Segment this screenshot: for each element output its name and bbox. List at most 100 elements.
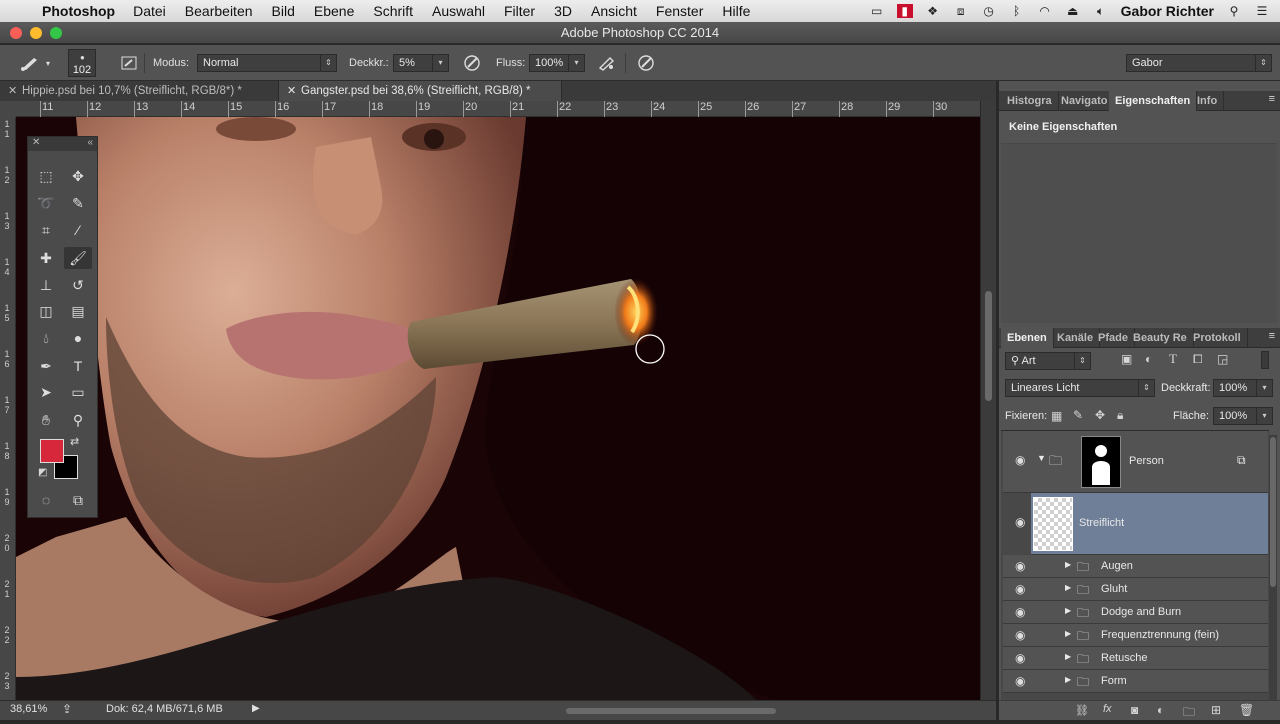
menu-ansicht[interactable]: Ansicht — [591, 3, 637, 19]
zoom-window-button[interactable] — [50, 27, 62, 39]
time-machine-icon[interactable]: ◷ — [981, 4, 997, 18]
vertical-ruler[interactable]: 1 1 1 2 1 3 1 4 1 5 1 6 1 7 1 8 1 9 2 0 2 1 2 2 2 3 — [0, 117, 16, 700]
new-layer-icon[interactable]: ⊞ — [1211, 703, 1221, 717]
smart-object-filter-icon[interactable]: ◲ — [1217, 352, 1228, 366]
eject-icon[interactable]: ⏏ — [1065, 4, 1081, 18]
link-layers-icon[interactable]: ⛓ — [1075, 704, 1089, 717]
horizontal-scrollbar-thumb[interactable] — [566, 708, 776, 714]
panel-menu-icon[interactable]: ≡ — [1269, 330, 1275, 342]
expand-arrow-icon[interactable]: ▶ — [1065, 583, 1071, 592]
fx-icon[interactable]: fx — [1103, 703, 1112, 715]
shape-filter-icon[interactable]: ⧠ — [1193, 352, 1203, 367]
eye-icon[interactable]: ◉ — [1015, 453, 1025, 467]
layer-row-frequenztrennung[interactable]: ◉ ▶ 🗀︎ Frequenztrennung (fein) — [1003, 624, 1268, 647]
red-app-icon[interactable]: ▮ — [896, 4, 913, 18]
lasso-tool-icon[interactable]: ➰ — [32, 192, 60, 214]
eye-icon[interactable]: ◉ — [1015, 582, 1025, 596]
blur-tool-icon[interactable]: 💧︎ — [32, 327, 60, 349]
layer-thumbnail[interactable] — [1033, 497, 1073, 551]
layer-name[interactable]: Person — [1129, 455, 1164, 467]
airbrush-button[interactable] — [596, 45, 616, 81]
wifi-icon[interactable]: ◠ — [1037, 4, 1053, 18]
pressure-size-button[interactable] — [636, 45, 656, 81]
layer-opacity-input[interactable]: 100% ▾ — [1213, 379, 1273, 397]
user-name[interactable]: Gabor Richter — [1121, 3, 1214, 19]
pixel-filter-icon[interactable]: ▣ — [1121, 352, 1132, 366]
layer-row-gluht[interactable]: ◉ ▶ 🗀︎ Gluht — [1003, 578, 1268, 601]
tools-panel-header[interactable]: ✕ « — [28, 137, 97, 151]
close-icon[interactable]: ✕ — [8, 81, 17, 101]
brush-size-picker[interactable]: ● 102 — [68, 45, 96, 81]
eyedropper-tool-icon[interactable]: ⁄ — [64, 219, 92, 241]
marquee-tool-icon[interactable]: ⬚ — [32, 165, 60, 187]
scrollbar-thumb[interactable] — [985, 291, 992, 401]
screen-mode-icon[interactable]: ⧉ — [64, 489, 92, 511]
eye-icon[interactable]: ◉ — [1015, 515, 1025, 529]
rectangle-tool-icon[interactable]: ▭ — [64, 381, 92, 403]
flow-input[interactable]: 100% ▾ — [529, 54, 585, 72]
volume-icon[interactable]: 🔈︎ — [1093, 4, 1109, 18]
layer-name[interactable]: Frequenztrennung (fein) — [1101, 629, 1219, 641]
tab-navigator[interactable]: Navigato — [1055, 91, 1115, 111]
workspace-select[interactable]: Gabor ⇕ — [1126, 54, 1272, 72]
tab-gangster[interactable]: ✕ Gangster.psd bei 38,6% (Streiflicht, R… — [279, 81, 562, 101]
tab-beauty-retouch[interactable]: Beauty Re — [1127, 328, 1194, 348]
menu-ebene[interactable]: Ebene — [314, 3, 354, 19]
mode-select[interactable]: Normal ⇕ — [197, 54, 337, 72]
menu-hilfe[interactable]: Hilfe — [722, 3, 750, 19]
layers-scrollbar[interactable] — [1269, 435, 1277, 703]
menu-datei[interactable]: Datei — [133, 3, 166, 19]
quick-mask-icon[interactable]: ◌ — [32, 489, 60, 511]
ruler-origin[interactable] — [0, 101, 16, 117]
tab-properties[interactable]: Eigenschaften — [1109, 91, 1198, 111]
adjustment-filter-icon[interactable]: ◐ — [1145, 352, 1152, 366]
document-canvas[interactable] — [16, 117, 980, 700]
layer-row-streiflicht[interactable]: Streiflicht — [1031, 493, 1268, 555]
vertical-scrollbar[interactable] — [981, 101, 996, 700]
lock-position-icon[interactable]: ✥ — [1095, 408, 1105, 422]
fill-input[interactable]: 100% ▾ — [1213, 407, 1273, 425]
layer-row-augen[interactable]: ◉ ▶ 🗀︎ Augen — [1003, 555, 1268, 578]
airplay-icon[interactable]: ⧈ — [953, 4, 969, 18]
eye-icon[interactable]: ◉ — [1015, 674, 1025, 688]
trash-icon[interactable]: 🗑︎ — [1239, 703, 1254, 717]
gradient-tool-icon[interactable]: ▤ — [64, 300, 92, 322]
swap-colors-icon[interactable]: ⇄ — [70, 435, 79, 448]
adjustment-layer-icon[interactable]: ◐ — [1157, 703, 1164, 717]
lock-all-icon[interactable]: 🔒︎ — [1117, 408, 1123, 423]
foreground-color-swatch[interactable] — [40, 439, 64, 463]
expand-arrow-icon[interactable]: ▶ — [1065, 560, 1071, 569]
tab-hippie[interactable]: ✕ Hippie.psd bei 10,7% (Streiflicht, RGB… — [0, 81, 279, 101]
layer-name[interactable]: Streiflicht — [1079, 517, 1124, 529]
scrollbar-thumb[interactable] — [1270, 437, 1276, 587]
close-icon[interactable]: ✕ — [32, 137, 40, 148]
layer-row-dodge-and-burn[interactable]: ◉ ▶ 🗀︎ Dodge and Burn — [1003, 601, 1268, 624]
layer-name[interactable]: Form — [1101, 675, 1127, 687]
pressure-opacity-button[interactable] — [462, 45, 482, 81]
clone-stamp-tool-icon[interactable]: ⊥ — [32, 274, 60, 296]
expand-arrow-icon[interactable]: ▼ — [1037, 453, 1046, 463]
hand-tool-icon[interactable]: ✋︎ — [32, 409, 60, 431]
lock-transparent-icon[interactable]: ▦ — [1051, 409, 1062, 423]
tab-layers[interactable]: Ebenen — [1001, 328, 1054, 348]
type-filter-icon[interactable]: T — [1169, 351, 1177, 367]
layer-name[interactable]: Gluht — [1101, 583, 1127, 595]
menu-schrift[interactable]: Schrift — [373, 3, 413, 19]
layer-name[interactable]: Dodge and Burn — [1101, 606, 1181, 618]
eye-icon[interactable]: ◉ — [1015, 559, 1025, 573]
tab-histogram[interactable]: Histogra — [1001, 91, 1059, 111]
expand-arrow-icon[interactable]: ▶ — [1065, 629, 1071, 638]
menu-fenster[interactable]: Fenster — [656, 3, 703, 19]
brush-tool-icon[interactable]: 🖌︎ — [64, 247, 92, 269]
dropbox-icon[interactable]: ❖ — [925, 4, 941, 18]
add-mask-icon[interactable]: ◙ — [1131, 703, 1138, 717]
pen-tool-icon[interactable]: ✒ — [32, 355, 60, 377]
chevron-down-icon[interactable]: ▾ — [1256, 380, 1272, 396]
expand-arrow-icon[interactable]: ▶ — [1065, 652, 1071, 661]
dodge-tool-icon[interactable]: ● — [64, 327, 92, 349]
expand-arrow-icon[interactable]: ▶ — [1065, 675, 1071, 684]
default-colors-icon[interactable]: ◩ — [38, 467, 47, 478]
close-icon[interactable]: ✕ — [287, 81, 296, 101]
layer-name[interactable]: Retusche — [1101, 652, 1147, 664]
layer-row-form[interactable]: ◉ ▶ 🗀︎ Form — [1003, 670, 1268, 693]
